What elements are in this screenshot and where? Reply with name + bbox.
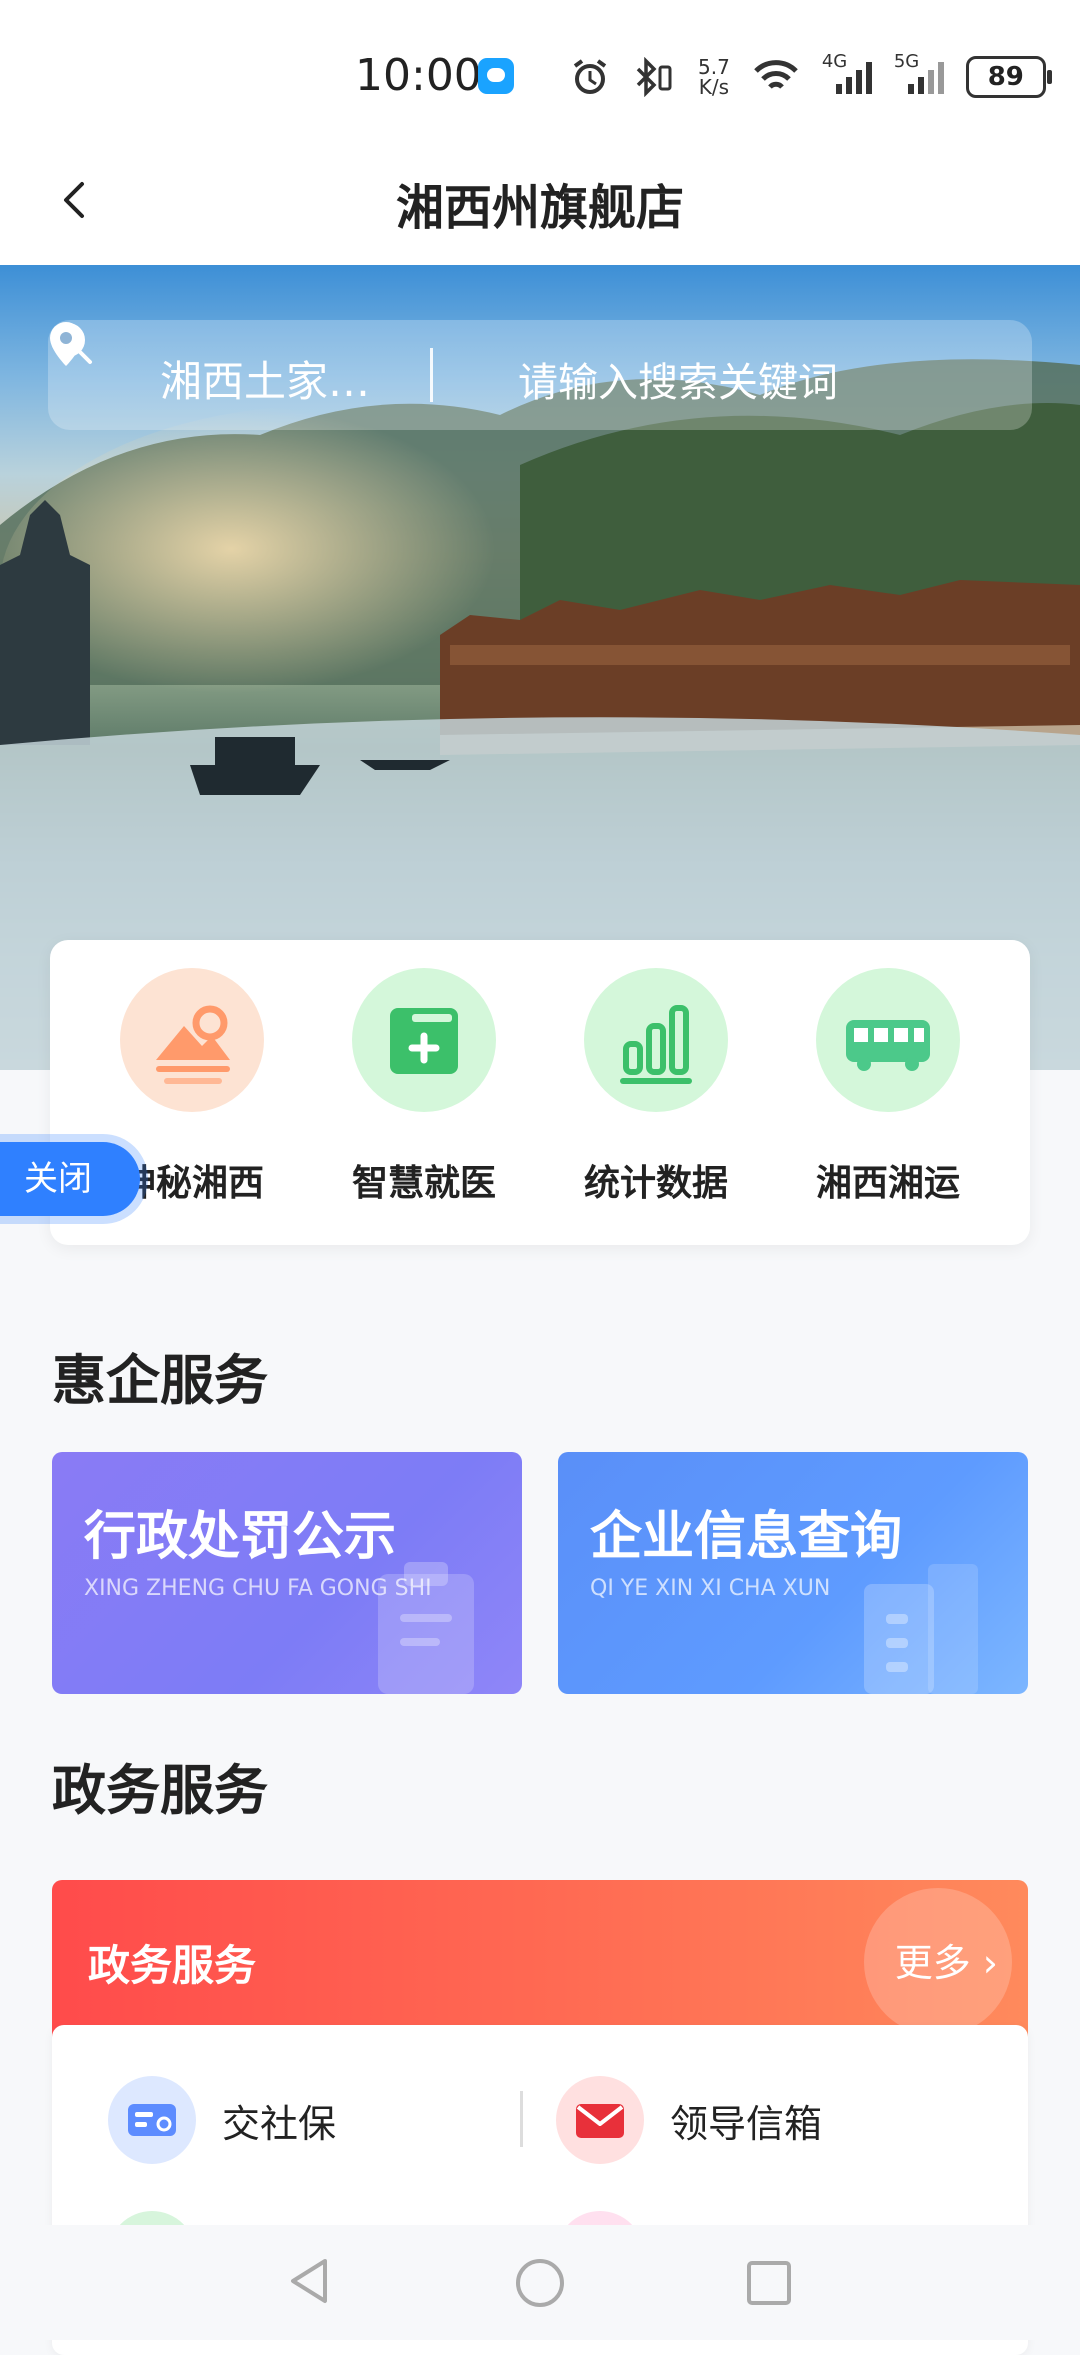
alarm-icon: [573, 59, 607, 94]
service-social-insurance[interactable]: 交社保: [108, 2075, 336, 2165]
wifi-icon: [754, 60, 798, 89]
search-bar[interactable]: 湘西土家… 请输入搜索关键词: [48, 320, 1032, 430]
quick-links-card: 神秘湘西 智慧就医 统计数据 湘西湘运: [50, 940, 1030, 1245]
building-icon: [864, 1564, 978, 1694]
location-selector[interactable]: 湘西土家…: [160, 348, 370, 409]
nav-bar: 湘西州旗舰店: [0, 150, 1080, 265]
section-title-enterprise: 惠企服务: [52, 1349, 268, 1412]
quick-link-smart-medical[interactable]: 智慧就医: [324, 968, 524, 1206]
quick-link-label: 统计数据: [583, 1163, 728, 1204]
signal-4g-icon: 4G: [822, 52, 872, 94]
more-link[interactable]: 更多 ›: [895, 1932, 998, 1987]
home-circle-icon[interactable]: [514, 2257, 566, 2309]
back-triangle-icon[interactable]: [285, 2255, 333, 2307]
medical-kit-icon: [390, 1008, 458, 1074]
close-button[interactable]: 关闭: [0, 1142, 140, 1216]
government-header-title: 政务服务: [88, 1941, 257, 1990]
bluetooth-icon: [636, 57, 672, 97]
search-input[interactable]: 请输入搜索关键词: [518, 350, 838, 408]
card-title: 行政处罚公示: [84, 1507, 397, 1567]
service-label: 领导信箱: [670, 2101, 823, 2146]
bus-icon: [846, 1020, 930, 1071]
clipboard-icon: [378, 1562, 474, 1694]
page-title: 湘西州旗舰店: [395, 180, 684, 236]
government-services-header: 政务服务 更多 ›: [52, 1880, 1028, 2040]
enterprise-info-card[interactable]: 企业信息查询 QI YE XIN XI CHA XUN: [558, 1452, 1028, 1694]
status-bar: 10:00 5.7 K/s 4G 5G 89: [0, 0, 1080, 150]
net-speed: 5.7 K/s: [698, 55, 730, 99]
card-title: 企业信息查询: [590, 1507, 903, 1567]
status-icons: 5.7 K/s 4G 5G 89: [570, 52, 1052, 102]
quick-link-label: 湘西湘运: [815, 1163, 960, 1204]
search-divider: [430, 348, 433, 402]
quick-link-label: 智慧就医: [351, 1163, 496, 1204]
service-divider: [520, 2091, 523, 2147]
chevron-right-icon: ›: [970, 1941, 998, 1985]
message-notification-icon: [478, 58, 514, 94]
admin-penalty-card[interactable]: 行政处罚公示 XING ZHENG CHU FA GONG SHI: [52, 1452, 522, 1694]
search-icon[interactable]: [48, 320, 94, 366]
section-title-government: 政务服务: [52, 1759, 268, 1822]
system-nav-bar: [0, 2225, 1080, 2340]
card-subtitle: QI YE XIN XI CHA XUN: [590, 1576, 831, 1601]
service-leader-mailbox[interactable]: 领导信箱: [556, 2075, 822, 2165]
status-time: 10:00: [355, 50, 482, 101]
battery-indicator: 89: [965, 56, 1052, 98]
id-card-icon: [128, 2104, 176, 2136]
recents-square-icon[interactable]: [745, 2259, 793, 2307]
bar-chart-icon: [620, 1005, 692, 1084]
quick-link-statistics[interactable]: 统计数据: [556, 968, 756, 1206]
mountain-sun-icon: [156, 1005, 230, 1084]
mail-icon: [576, 2104, 624, 2138]
quick-link-xiangxi-transport[interactable]: 湘西湘运: [788, 968, 988, 1206]
service-label: 交社保: [222, 2101, 337, 2146]
signal-5g-icon: 5G: [894, 52, 944, 94]
